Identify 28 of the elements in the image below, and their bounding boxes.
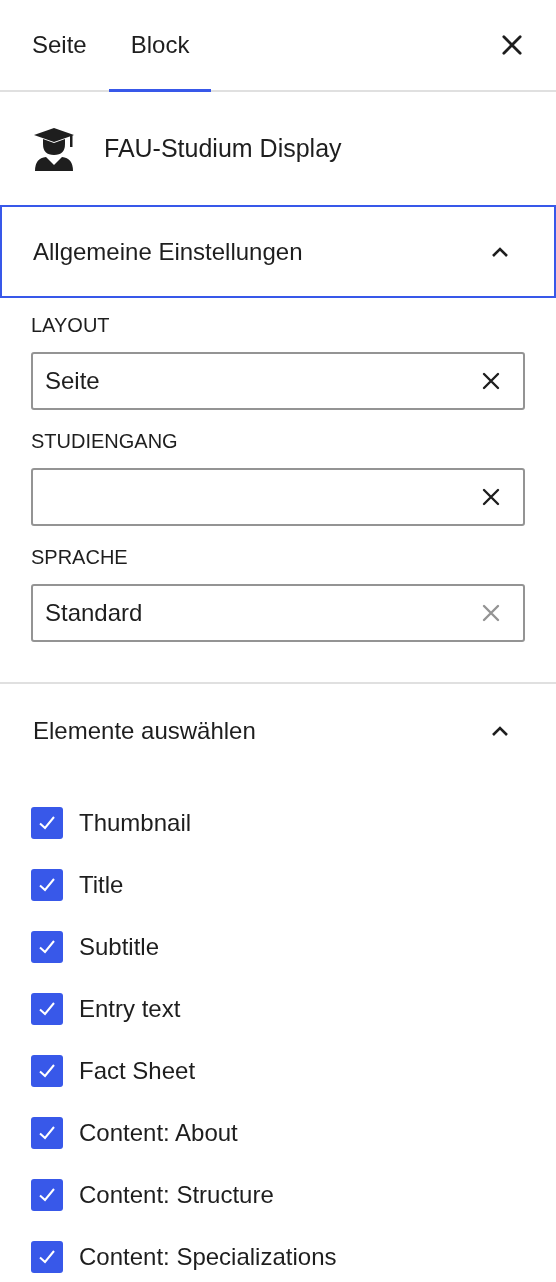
checkbox[interactable] <box>31 1117 63 1149</box>
checkbox[interactable] <box>31 1241 63 1273</box>
tab[interactable]: Block <box>108 0 212 92</box>
checkbox[interactable] <box>31 869 63 901</box>
field-label: SPRACHE <box>31 545 129 570</box>
tab[interactable]: Seite <box>10 0 109 92</box>
panel-header[interactable]: Elemente auswählen <box>0 684 556 777</box>
checkbox-label: Fact Sheet <box>79 1056 196 1086</box>
checkbox[interactable] <box>31 1179 63 1211</box>
block-title: FAU-Studium Display <box>104 132 342 164</box>
checkbox-label: Content: Specializations <box>79 1242 337 1272</box>
checkbox-label: Thumbnail <box>79 808 192 838</box>
checkbox-label: Title <box>79 870 124 900</box>
select-field[interactable] <box>31 468 525 526</box>
select-field[interactable]: Seite <box>31 352 525 410</box>
panel-header[interactable]: Allgemeine Einstellungen <box>0 205 556 298</box>
select-field[interactable]: Standard <box>31 584 525 642</box>
checkbox-label: Subtitle <box>79 932 160 962</box>
checkbox-label: Content: Structure <box>79 1180 274 1210</box>
graduate-icon <box>32 126 76 171</box>
checkbox[interactable] <box>31 807 63 839</box>
field-label: STUDIENGANG <box>31 429 179 454</box>
checkbox[interactable] <box>31 1055 63 1087</box>
checkbox[interactable] <box>31 993 63 1025</box>
checkbox-label: Entry text <box>79 994 181 1024</box>
checkbox[interactable] <box>31 931 63 963</box>
field-label: LAYOUT <box>31 313 111 338</box>
checkbox-label: Content: About <box>79 1118 238 1148</box>
